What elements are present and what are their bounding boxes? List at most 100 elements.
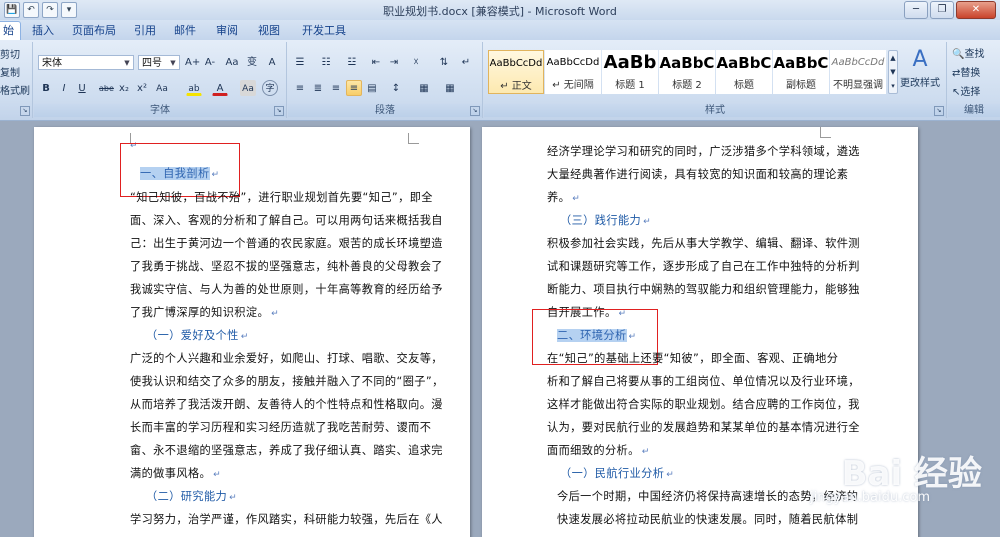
- restore-button[interactable]: ❐: [930, 1, 954, 19]
- style-no-spacing[interactable]: AaBbCcDd ↵ 无间隔: [545, 50, 601, 94]
- tab-mailings[interactable]: 邮件: [168, 22, 202, 40]
- chinese-layout-icon[interactable]: ☓: [408, 54, 424, 70]
- style-heading-2[interactable]: AaBbC 标题 2: [659, 50, 715, 94]
- font-size-combo[interactable]: 四号 ▼: [138, 55, 180, 70]
- style-sample: AaBbCcDd: [489, 58, 543, 69]
- paragraph-launcher-icon[interactable]: ↘: [470, 106, 480, 116]
- align-right-icon[interactable]: ≡: [328, 80, 344, 96]
- baidu-watermark-url: jingyan.baidu.com: [810, 490, 930, 505]
- clear-formatting-icon[interactable]: Aa: [154, 80, 170, 96]
- style-sample: AaBb: [603, 52, 657, 73]
- clipboard-group: 剪切 复制 格式刷 ↘: [0, 42, 33, 118]
- enclose-characters-icon[interactable]: 字: [262, 80, 278, 96]
- change-case-icon[interactable]: Aa: [224, 54, 240, 70]
- text-span: 满的做事风格。: [130, 467, 212, 480]
- format-painter-button[interactable]: 格式刷: [0, 82, 30, 97]
- style-sample: AaBbC: [773, 54, 829, 72]
- cut-button[interactable]: 剪切: [0, 46, 20, 61]
- styles-launcher-icon[interactable]: ↘: [934, 106, 944, 116]
- italic-icon[interactable]: I: [56, 80, 72, 96]
- crop-mark: [820, 127, 831, 138]
- borders-icon[interactable]: ▦: [442, 80, 458, 96]
- find-icon: 🔍: [952, 49, 965, 60]
- find-button[interactable]: 🔍查找: [952, 45, 984, 60]
- style-sample: AaBbC: [659, 54, 715, 72]
- text-span: （一）爱好及个性: [146, 329, 239, 342]
- style-heading-1[interactable]: AaBb 标题 1: [602, 50, 658, 94]
- text-line: 满的做事风格。 ↵: [130, 467, 222, 480]
- character-border-icon[interactable]: A: [264, 54, 280, 70]
- change-styles-icon[interactable]: A: [906, 46, 934, 72]
- page-left[interactable]: ↵ 一、自我剖析 ↵ “知己知彼，百战不殆”，进行职业规划首先要“知己”，即全 面…: [34, 127, 470, 537]
- character-shading-icon[interactable]: Aa: [240, 80, 256, 96]
- grow-font-icon[interactable]: A+: [184, 54, 200, 70]
- minimize-button[interactable]: ─: [904, 1, 928, 19]
- decrease-indent-icon[interactable]: ⇤: [368, 54, 384, 70]
- replace-label: 替换: [960, 68, 981, 79]
- subheading-research: （二）研究能力 ↵: [146, 490, 238, 503]
- text-line: 快速发展必将拉动民航业的快速发展。同时，随着民航体制: [557, 513, 859, 526]
- change-styles-button[interactable]: 更改样式: [900, 74, 940, 89]
- style-subtitle[interactable]: AaBbC 副标题: [773, 50, 829, 94]
- numbering-icon[interactable]: ☷: [318, 54, 334, 70]
- font-launcher-icon[interactable]: ↘: [274, 106, 284, 116]
- crop-mark: [408, 133, 419, 144]
- close-button[interactable]: ✕: [956, 1, 996, 19]
- style-normal[interactable]: AaBbCcDd ↵ 正文: [488, 50, 544, 94]
- find-label: 查找: [964, 49, 985, 60]
- text-line: 认为，要对民航行业的发展趋势和某某单位的基本情况进行全: [547, 421, 860, 434]
- strikethrough-icon[interactable]: abe: [98, 80, 114, 96]
- clipboard-launcher-icon[interactable]: ↘: [20, 106, 30, 116]
- sort-icon[interactable]: ⇅: [436, 54, 452, 70]
- select-button[interactable]: ↖选择: [952, 83, 980, 98]
- shading-icon[interactable]: ▦: [416, 80, 432, 96]
- superscript-icon[interactable]: x²: [134, 80, 150, 96]
- align-left-icon[interactable]: ≡: [292, 80, 308, 96]
- phonetic-guide-icon[interactable]: 变: [244, 54, 260, 70]
- multilevel-list-icon[interactable]: ☳: [344, 54, 360, 70]
- increase-indent-icon[interactable]: ⇥: [386, 54, 402, 70]
- style-name: 标题 1: [615, 80, 645, 91]
- font-group: 宋体 ▼ 四号 ▼ A+ A- Aa 变 A B I U abe x₂ x² Aa …: [34, 42, 287, 118]
- font-color-icon[interactable]: A: [212, 80, 228, 96]
- tab-references[interactable]: 引用: [128, 22, 162, 40]
- copy-button[interactable]: 复制: [0, 64, 20, 79]
- select-label: 选择: [960, 87, 981, 98]
- subheading-hobbies: （一）爱好及个性 ↵: [146, 329, 249, 342]
- tab-view[interactable]: 视图: [252, 22, 286, 40]
- tab-home[interactable]: 始: [0, 21, 21, 40]
- tab-page-layout[interactable]: 页面布局: [66, 22, 122, 40]
- style-name: ↵ 无间隔: [552, 80, 594, 91]
- distributed-icon[interactable]: ▤: [364, 80, 380, 96]
- style-sample: AaBbCcDd: [831, 57, 885, 68]
- styles-scroll-icon[interactable]: ▲ ▼ ▾: [888, 50, 898, 94]
- style-sample: AaBbC: [716, 54, 772, 72]
- text-line: 己：出生于黄河边一个普通的农民家庭。艰苦的成长环境塑造: [130, 237, 443, 250]
- tab-insert[interactable]: 插入: [26, 22, 60, 40]
- subscript-icon[interactable]: x₂: [116, 80, 132, 96]
- tab-review[interactable]: 审阅: [210, 22, 244, 40]
- show-marks-icon[interactable]: ↵: [458, 54, 474, 70]
- style-name: 不明显强调: [833, 80, 883, 91]
- align-center-icon[interactable]: ≣: [310, 80, 326, 96]
- text-line: 了我广博深厚的知识积淀。 ↵: [130, 306, 280, 319]
- line-spacing-icon[interactable]: ↕: [388, 80, 404, 96]
- underline-icon[interactable]: U: [74, 80, 90, 96]
- style-title[interactable]: AaBbC 标题: [716, 50, 772, 94]
- shrink-font-icon[interactable]: A-: [202, 54, 218, 70]
- text-line: 这样才能做出符合实际的职业规划。结合应聘的工作岗位，我: [547, 398, 860, 411]
- bullets-icon[interactable]: ☰: [292, 54, 308, 70]
- font-name-combo[interactable]: 宋体 ▼: [38, 55, 134, 70]
- baidu-watermark: Bai 经验: [841, 454, 982, 494]
- tab-developer[interactable]: 开发工具: [296, 22, 352, 40]
- title-bar: 💾 ↶ ↷ ▾ 职业规划书.docx [兼容模式] - Microsoft Wo…: [0, 0, 1000, 21]
- justify-icon[interactable]: ≡: [346, 80, 362, 96]
- bold-icon[interactable]: B: [38, 80, 54, 96]
- highlight-color-icon[interactable]: ab: [186, 80, 202, 96]
- style-name: 标题: [734, 80, 754, 91]
- text-line: 了我勇于挑战、坚忍不拔的坚强意志，纯朴善良的父母教会了: [130, 260, 443, 273]
- text-line: 在“知己”的基础上还要“知彼”，即全面、客观、正确地分: [547, 352, 839, 365]
- style-name: 标题 2: [672, 80, 702, 91]
- style-subtle-emphasis[interactable]: AaBbCcDd 不明显强调: [830, 50, 886, 94]
- replace-button[interactable]: ⇄替换: [952, 64, 980, 79]
